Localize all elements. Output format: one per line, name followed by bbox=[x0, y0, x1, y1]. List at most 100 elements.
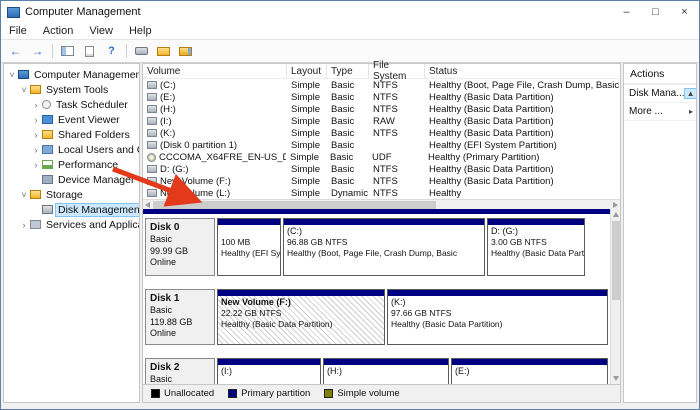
volume-row-c[interactable]: (C:) Simple Basic NTFS Healthy (Boot, Pa… bbox=[143, 79, 620, 91]
disk2-partitions: (I:) (H:) (E:) bbox=[217, 358, 608, 384]
scroll-right-icon[interactable] bbox=[610, 200, 620, 210]
event-viewer-icon bbox=[42, 115, 53, 124]
menu-help[interactable]: Help bbox=[121, 25, 160, 37]
properties-icon[interactable] bbox=[79, 42, 100, 61]
chevron-right-icon[interactable]: › bbox=[31, 145, 41, 155]
scroll-left-icon[interactable] bbox=[143, 200, 153, 210]
column-header-layout[interactable]: Layout bbox=[287, 64, 327, 78]
close-button[interactable]: × bbox=[670, 1, 699, 23]
tree-item-system-tools[interactable]: ˅ System Tools bbox=[4, 82, 139, 97]
volume-row-e[interactable]: (E:) Simple Basic NTFS Healthy (Basic Da… bbox=[143, 91, 620, 103]
disk0-label[interactable]: Disk 0 Basic 99.99 GB Online bbox=[145, 218, 215, 276]
help-icon[interactable]: ? bbox=[101, 42, 122, 61]
tree-item-services-and-applications[interactable]: › Services and Applications bbox=[4, 217, 139, 232]
chevron-down-icon[interactable]: ˅ bbox=[7, 70, 17, 80]
tree-item-computer-management[interactable]: ˅ Computer Management (Local bbox=[4, 67, 139, 82]
window-controls: – □ × bbox=[612, 1, 699, 23]
chevron-down-icon[interactable]: ˅ bbox=[19, 85, 29, 95]
partition-i[interactable]: (I:) bbox=[217, 358, 321, 384]
partition-h[interactable]: (H:) bbox=[323, 358, 449, 384]
partition-k[interactable]: (K:) 97.66 GB NTFS Healthy (Basic Data P… bbox=[387, 289, 608, 345]
scrollbar-thumb[interactable] bbox=[153, 201, 436, 209]
chevron-down-icon[interactable]: ˅ bbox=[19, 190, 29, 200]
partition-new-volume-f-selected[interactable]: New Volume (F:) 22.22 GB NTFS Healthy (B… bbox=[217, 289, 385, 345]
actions-group-disk-management[interactable]: Disk Mana... ▲ bbox=[624, 85, 696, 103]
disk-state: Online bbox=[150, 257, 210, 269]
menu-view[interactable]: View bbox=[81, 25, 121, 37]
column-header-status[interactable]: Status bbox=[425, 64, 620, 78]
forward-icon[interactable]: → bbox=[27, 42, 48, 61]
disk-icon[interactable] bbox=[131, 42, 152, 61]
volume-row-cccoma-dvd[interactable]: CCCOMA_X64FRE_EN-US_DV9 (D:) Simple Basi… bbox=[143, 151, 620, 163]
disk2-label[interactable]: Disk 2 Basic bbox=[145, 358, 215, 384]
tree-item-event-viewer[interactable]: › Event Viewer bbox=[4, 112, 139, 127]
export-list-icon[interactable] bbox=[175, 42, 196, 61]
tree-item-task-scheduler[interactable]: › Task Scheduler bbox=[4, 97, 139, 112]
disk-management-view: Volume Layout Type File System Status (C… bbox=[142, 63, 621, 403]
tree-item-storage[interactable]: ˅ Storage bbox=[4, 187, 139, 202]
vertical-scrollbar[interactable] bbox=[610, 209, 620, 384]
partition-title: D: (G:) bbox=[491, 226, 581, 237]
disk-rows: Disk 0 Basic 99.99 GB Online 100 MB bbox=[145, 218, 608, 384]
cell-layout: Simple bbox=[287, 128, 327, 139]
partition-d-g[interactable]: D: (G:) 3.00 GB NTFS Healthy (Basic Data… bbox=[487, 218, 585, 276]
folder-icon[interactable] bbox=[153, 42, 174, 61]
chevron-right-icon[interactable]: › bbox=[31, 130, 41, 140]
cell-status: Healthy (Basic Data Partition) bbox=[425, 92, 620, 103]
volume-row-disk0-partition1[interactable]: (Disk 0 partition 1) Simple Basic Health… bbox=[143, 139, 620, 151]
tree-item-local-users-and-groups[interactable]: › Local Users and Groups bbox=[4, 142, 139, 157]
menu-action[interactable]: Action bbox=[35, 25, 82, 37]
volume-row-h[interactable]: (H:) Simple Basic NTFS Healthy (Basic Da… bbox=[143, 103, 620, 115]
disk1-label[interactable]: Disk 1 Basic 119.88 GB Online bbox=[145, 289, 215, 345]
volume-row-new-volume-f[interactable]: New Volume (F:) Simple Basic NTFS Health… bbox=[143, 175, 620, 187]
chevron-right-icon[interactable]: › bbox=[19, 220, 29, 230]
disk-name: Disk 1 bbox=[150, 292, 210, 305]
shared-folders-icon bbox=[42, 130, 53, 139]
column-header-file-system[interactable]: File System bbox=[369, 64, 425, 78]
console-tree-icon[interactable] bbox=[57, 42, 78, 61]
partition-title: (C:) bbox=[287, 226, 481, 237]
maximize-button[interactable]: □ bbox=[641, 1, 670, 23]
menu-file[interactable]: File bbox=[1, 25, 35, 37]
computer-management-window: Computer Management – □ × File Action Vi… bbox=[0, 0, 700, 410]
primary-partition-swatch-icon bbox=[228, 389, 237, 398]
cell-layout: Simple bbox=[287, 164, 327, 175]
scroll-down-icon[interactable] bbox=[611, 374, 620, 384]
disk-size: 119.88 GB bbox=[150, 317, 210, 329]
scrollbar-track[interactable] bbox=[153, 200, 610, 209]
collapse-icon[interactable]: ▲ bbox=[685, 89, 696, 98]
cell-type: Basic bbox=[327, 164, 369, 175]
volume-row-new-volume-l[interactable]: New Volume (L:) Simple Dynamic NTFS Heal… bbox=[143, 187, 620, 199]
chevron-right-icon[interactable]: › bbox=[31, 115, 41, 125]
tree-item-performance[interactable]: › Performance bbox=[4, 157, 139, 172]
tree-item-disk-management[interactable]: Disk Management bbox=[4, 202, 139, 217]
minimize-button[interactable]: – bbox=[612, 1, 641, 23]
column-header-type[interactable]: Type bbox=[327, 64, 369, 78]
volume-row-i[interactable]: (I:) Simple Basic RAW Healthy (Basic Dat… bbox=[143, 115, 620, 127]
volume-icon bbox=[147, 117, 157, 125]
volume-row-d-g[interactable]: D: (G:) Simple Basic NTFS Healthy (Basic… bbox=[143, 163, 620, 175]
partition-legend: Unallocated Primary partition Simple vol… bbox=[143, 384, 620, 402]
tree-item-shared-folders[interactable]: › Shared Folders bbox=[4, 127, 139, 142]
column-header-volume[interactable]: Volume bbox=[143, 64, 287, 78]
partition-e[interactable]: (E:) bbox=[451, 358, 608, 384]
chevron-right-icon[interactable]: › bbox=[31, 160, 41, 170]
partition-efi[interactable]: 100 MB Healthy (EFI Sys bbox=[217, 218, 281, 276]
disk1-partitions: New Volume (F:) 22.22 GB NTFS Healthy (B… bbox=[217, 289, 608, 345]
more-arrow-icon[interactable]: ▸ bbox=[689, 107, 693, 116]
cell-status: Healthy (Primary Partition) bbox=[424, 152, 620, 163]
volume-row-k[interactable]: (K:) Simple Basic NTFS Healthy (Basic Da… bbox=[143, 127, 620, 139]
disk-name: Disk 2 bbox=[150, 361, 210, 374]
partition-c[interactable]: (C:) 96.88 GB NTFS Healthy (Boot, Page F… bbox=[283, 218, 485, 276]
back-icon[interactable]: ← bbox=[5, 42, 26, 61]
partition-size: 22.22 GB NTFS bbox=[221, 308, 381, 319]
scroll-up-icon[interactable] bbox=[611, 209, 620, 219]
horizontal-scrollbar[interactable] bbox=[143, 199, 620, 209]
console-tree: ˅ Computer Management (Local ˅ System To… bbox=[3, 63, 140, 403]
toolbar: ← → ? bbox=[1, 40, 699, 63]
tree-item-device-manager[interactable]: Device Manager bbox=[4, 172, 139, 187]
scrollbar-thumb[interactable] bbox=[612, 221, 620, 300]
actions-more[interactable]: More ... ▸ bbox=[624, 103, 696, 121]
partition-title bbox=[221, 226, 277, 237]
chevron-right-icon[interactable]: › bbox=[31, 100, 41, 110]
